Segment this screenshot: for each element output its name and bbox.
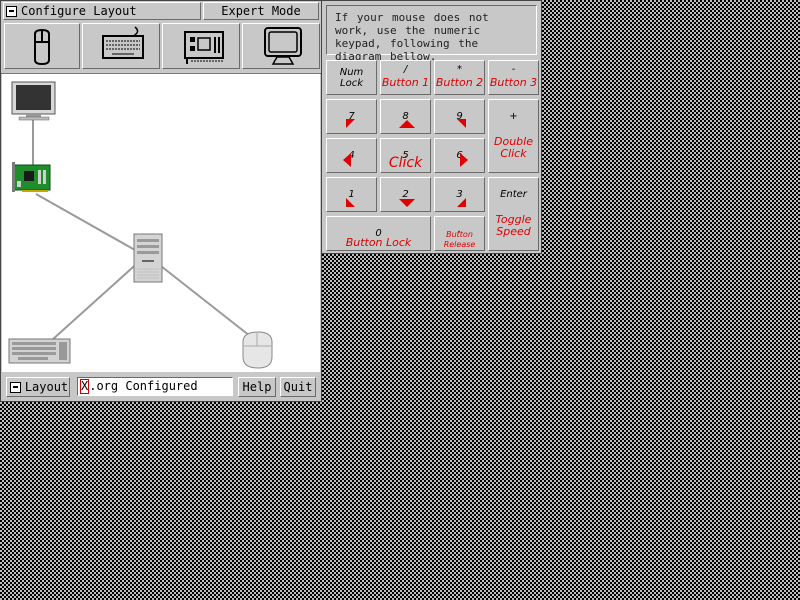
arrow-down-icon — [399, 199, 415, 207]
key-dot[interactable]: . Button Release — [434, 216, 485, 251]
keypad-help-window: If your mouse does not work, use the num… — [321, 0, 542, 254]
key-label: / — [403, 64, 408, 75]
arrow-up-right-icon — [457, 119, 466, 128]
key-label: Enter — [500, 189, 527, 200]
computer-device-icon[interactable] — [133, 233, 163, 283]
arrow-left-icon — [343, 153, 351, 167]
title-bar: Configure Layout Expert Mode — [1, 1, 321, 21]
key-3[interactable]: 3 — [434, 177, 485, 212]
key-label: Num Lock — [339, 67, 364, 89]
key-2[interactable]: 2 — [380, 177, 431, 212]
mouse-icon — [34, 28, 50, 66]
key-function: Button 2 — [435, 76, 484, 89]
key-1[interactable]: 1 — [326, 177, 377, 212]
key-8[interactable]: 8 — [380, 99, 431, 134]
status-text: .org Configured — [89, 379, 198, 393]
window-menu[interactable]: Configure Layout — [3, 2, 201, 20]
keyboard-icon — [102, 26, 144, 59]
key-function: Click — [388, 155, 423, 171]
video-card-button[interactable] — [162, 23, 240, 69]
key-9[interactable]: 9 — [434, 99, 485, 134]
window-title: Configure Layout — [21, 4, 137, 18]
key-function: Button 3 — [489, 76, 538, 89]
arrow-up-icon — [399, 120, 415, 128]
device-toolbar — [1, 21, 321, 74]
key-4[interactable]: 4 — [326, 138, 377, 173]
layout-label: Layout — [24, 380, 69, 394]
key-0[interactable]: 0 Button Lock — [326, 216, 431, 251]
arrow-right-icon — [460, 153, 468, 167]
key-function: Double Click — [494, 135, 533, 160]
key-minus[interactable]: - Button 3 — [488, 60, 539, 95]
mouse-device-icon[interactable] — [242, 331, 273, 369]
expert-mode-button[interactable]: Expert Mode — [203, 2, 319, 20]
key-label: - — [511, 64, 516, 75]
key-label: + — [509, 111, 518, 122]
key-5[interactable]: 5 Click — [380, 138, 431, 173]
key-slash[interactable]: / Button 1 — [380, 60, 431, 95]
arrow-up-left-icon — [346, 119, 355, 128]
monitor-button[interactable] — [242, 23, 320, 69]
key-star[interactable]: * Button 2 — [434, 60, 485, 95]
status-field[interactable]: X.org Configured — [77, 377, 233, 396]
help-button[interactable]: Help — [238, 377, 276, 397]
configure-layout-window: Configure Layout Expert Mode Layout Help… — [0, 0, 322, 402]
layout-menu-icon — [9, 381, 21, 393]
video-card-icon — [184, 31, 224, 64]
layout-menu-button[interactable]: Layout — [6, 377, 70, 397]
keyboard-device-icon[interactable] — [8, 338, 71, 364]
keypad-instructions: If your mouse does not work, use the num… — [326, 5, 537, 63]
arrow-down-left-icon — [346, 198, 355, 207]
key-label: * — [457, 64, 462, 75]
key-plus[interactable]: + Double Click — [488, 99, 539, 173]
monitor-icon — [264, 27, 302, 65]
key-7[interactable]: 7 — [326, 99, 377, 134]
device-diagram — [8, 81, 273, 369]
layout-canvas[interactable] — [2, 73, 320, 372]
arrow-down-right-icon — [457, 198, 466, 207]
video-card-device-icon[interactable] — [12, 162, 51, 192]
key-function: Button Release — [443, 230, 476, 249]
window-menu-icon[interactable] — [6, 5, 17, 17]
key-enter[interactable]: Enter Toggle Speed — [488, 177, 539, 251]
key-num-lock[interactable]: Num Lock — [326, 60, 377, 95]
key-function: Button 1 — [381, 76, 430, 89]
monitor-device-icon[interactable] — [11, 81, 56, 121]
key-function: Toggle Speed — [495, 213, 532, 238]
keyboard-button[interactable] — [82, 23, 160, 69]
quit-button[interactable]: Quit — [280, 377, 316, 397]
mouse-button[interactable] — [4, 23, 80, 69]
key-function: Button Lock — [345, 236, 412, 249]
key-6[interactable]: 6 — [434, 138, 485, 173]
text-cursor: X — [80, 379, 90, 394]
